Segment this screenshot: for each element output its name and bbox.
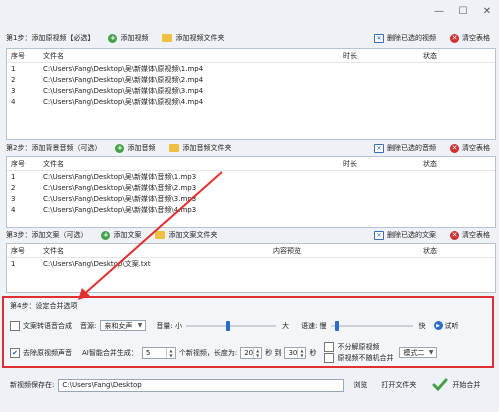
delete-selected-text-button[interactable]: ✕ 删除已选的文案 <box>374 230 436 240</box>
folder-icon <box>155 231 166 239</box>
step2-toolbar: 第2步：添加背景音频（可选） + 添加音频 添加音频文件夹 ✕ 删除已选的音频 ✕ 清… <box>2 141 496 155</box>
ai-merge-row: ✔ 去除原视频声音 AI智能合并生成： 5 ▲ ▼ 个新视频，长度为: 20 ▲ ▼ 秒… <box>10 342 490 363</box>
clear-audio-table-button[interactable]: ✕ 清空表格 <box>450 143 490 153</box>
table-row[interactable]: 2 C:\Users\Fang\Desktop\吴\新媒体\音频\2.mp3 <box>7 182 495 193</box>
clear-icon: ✕ <box>450 230 459 240</box>
open-folder-button[interactable]: 打开文件夹 <box>378 378 419 392</box>
add-text-folder-button[interactable]: 添加文案文件夹 <box>155 230 217 240</box>
tts-row: 文案转语音合成 音源: 亲和女声 ▼ 音量: 小 大 语速: 慢 快 ▶ 试听 <box>10 320 488 331</box>
clear-icon: ✕ <box>450 33 459 43</box>
remove-audio-checkbox[interactable]: ✔ <box>10 347 20 358</box>
step1-label: 第1步：添加原视频【必选】 <box>6 34 95 42</box>
folder-icon <box>162 34 173 42</box>
close-button[interactable]: ✕ <box>475 0 499 22</box>
no-shuffle-checkbox[interactable] <box>324 353 335 363</box>
chevron-down-icon: ▼ <box>428 349 434 356</box>
add-video-button[interactable]: + 添加视频 <box>108 33 148 43</box>
no-split-option[interactable]: 不分解原视频 <box>324 342 393 352</box>
table-row[interactable]: 1 C:\Users\Fang\Desktop\吴\新媒体\音频\1.mp3 <box>7 171 495 182</box>
speed-slider[interactable] <box>330 320 413 331</box>
clear-icon: ✕ <box>450 143 459 153</box>
delete-selected-video-button[interactable]: ✕ 删除已选的视频 <box>374 33 436 43</box>
tts-checkbox[interactable] <box>10 320 20 331</box>
min-length-stepper[interactable]: 20 ▲ ▼ <box>240 346 263 359</box>
table-row[interactable]: 1 C:\Users\Fang\Desktop\吴\新媒体\原视频\1.mp4 <box>7 63 495 74</box>
table-header: 序号 文件名 时长 状态 <box>7 49 495 63</box>
checkmark-icon <box>432 378 448 392</box>
maximize-button[interactable]: ☐ <box>451 0 475 22</box>
add-audio-button[interactable]: + 添加音频 <box>115 143 155 153</box>
delete-selected-audio-button[interactable]: ✕ 删除已选的音频 <box>374 143 436 153</box>
table-row[interactable]: 2 C:\Users\Fang\Desktop\吴\新媒体\原视频\2.mp4 <box>7 74 495 85</box>
delete-icon: ✕ <box>374 143 384 153</box>
table-row[interactable]: 4 C:\Users\Fang\Desktop\吴\新媒体\原视频\4.mp4 <box>7 96 495 107</box>
window-controls: — ☐ ✕ <box>427 0 499 22</box>
text-table[interactable]: 序号 文件名 内容预览 状态 1 C:\Users\Fang\Desktop\文案… <box>6 243 496 293</box>
voice-select[interactable]: 亲和女声 ▼ <box>100 320 147 331</box>
play-icon: ▶ <box>433 321 443 330</box>
folder-icon <box>169 144 180 152</box>
speed-slider-thumb[interactable] <box>334 320 339 331</box>
step2-label: 第2步：添加背景音频（可选） <box>6 144 102 152</box>
step3-toolbar: 第3步：添加文案（可选） + 添加文案 添加文案文件夹 ✕ 删除已选的文案 ✕ 清空表… <box>2 228 496 242</box>
table-row[interactable]: 3 C:\Users\Fang\Desktop\吴\新媒体\原视频\3.mp4 <box>7 85 495 96</box>
max-length-stepper[interactable]: 30 ▲ ▼ <box>284 346 307 359</box>
merge-settings-panel: 第4步：设定合并选项 文案转语音合成 音源: 亲和女声 ▼ 音量: 小 大 语速:… <box>2 296 494 368</box>
step1-toolbar: 第1步：添加原视频【必选】 + 添加视频 添加视频文件夹 ✕ 删除已选的视频 ✕ 清空… <box>2 31 496 45</box>
clear-text-table-button[interactable]: ✕ 清空表格 <box>450 230 490 240</box>
table-row[interactable]: 4 C:\Users\Fang\Desktop\吴\新媒体\音频\4.mp3 <box>7 204 495 215</box>
table-header: 序号 文件名 内容预览 状态 <box>7 244 495 258</box>
table-row[interactable]: 3 C:\Users\Fang\Desktop\吴\新媒体\音频\3.mp3 <box>7 193 495 204</box>
step3-label: 第3步：添加文案（可选） <box>6 231 88 239</box>
save-path-label: 新视频保存在: <box>10 381 55 389</box>
add-audio-folder-button[interactable]: 添加音频文件夹 <box>169 143 231 153</box>
add-video-folder-button[interactable]: 添加视频文件夹 <box>162 33 224 43</box>
bottom-bar: 新视频保存在: C:\Users\Fang\Desktop 浏览 打开文件夹 开… <box>2 372 496 398</box>
down-arrow-icon: ▼ <box>169 352 173 358</box>
volume-slider-thumb[interactable] <box>226 320 231 331</box>
start-merge-button[interactable]: 开始合并 <box>429 378 483 392</box>
volume-slider[interactable] <box>185 320 276 331</box>
browse-button[interactable]: 浏览 <box>350 378 370 392</box>
no-split-checkbox[interactable] <box>324 342 335 352</box>
audio-table[interactable]: 序号 文件名 时长 状态 1 C:\Users\Fang\Desktop\吴\新媒… <box>6 156 496 228</box>
no-shuffle-option[interactable]: 原视频不随机合并 <box>324 353 393 363</box>
mode-select[interactable]: 模式二 ▼ <box>399 347 438 358</box>
plus-icon: + <box>115 143 125 153</box>
video-table[interactable]: 序号 文件名 时长 状态 1 C:\Users\Fang\Desktop\吴\新媒… <box>6 48 496 140</box>
minimize-button[interactable]: — <box>427 0 451 22</box>
step4-label: 第4步：设定合并选项 <box>10 302 78 310</box>
delete-icon: ✕ <box>374 33 384 43</box>
clear-video-table-button[interactable]: ✕ 清空表格 <box>450 33 490 43</box>
table-header: 序号 文件名 时长 状态 <box>7 157 495 171</box>
video-count-stepper[interactable]: 5 ▲ ▼ <box>141 346 176 359</box>
plus-icon: + <box>108 33 118 43</box>
chevron-down-icon: ▼ <box>137 322 143 329</box>
table-row[interactable]: 1 C:\Users\Fang\Desktop\文案.txt <box>7 258 495 269</box>
down-arrow-icon: ▼ <box>300 352 304 358</box>
save-path-field[interactable]: C:\Users\Fang\Desktop <box>58 378 345 392</box>
add-text-button[interactable]: + 添加文案 <box>101 230 141 240</box>
try-listen-button[interactable]: ▶ 试听 <box>433 321 459 331</box>
down-arrow-icon: ▼ <box>256 352 260 358</box>
delete-icon: ✕ <box>374 230 384 240</box>
plus-icon: + <box>101 230 111 240</box>
